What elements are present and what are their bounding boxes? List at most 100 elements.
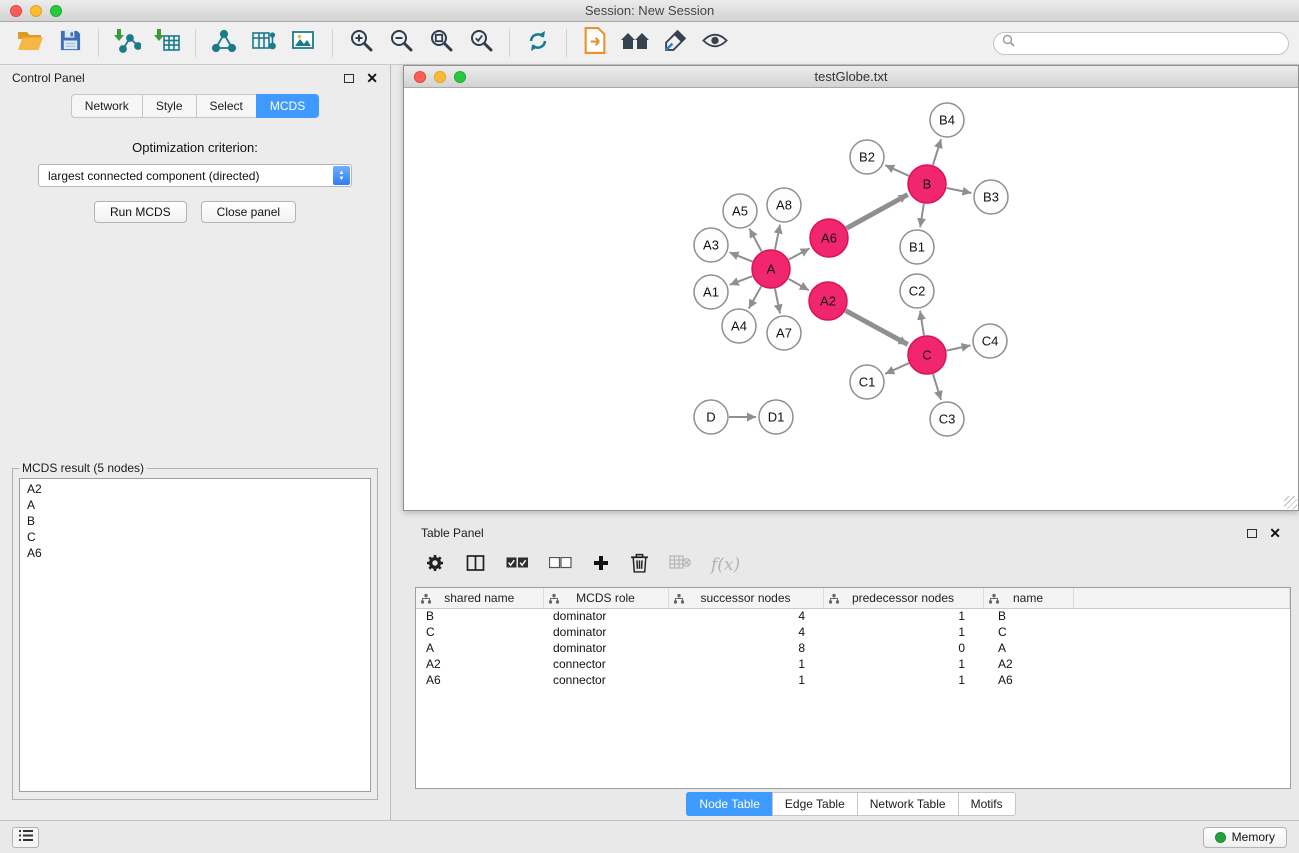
search-input[interactable] — [1020, 36, 1280, 50]
table-cell[interactable]: dominator — [543, 608, 668, 624]
table-cell[interactable]: A — [416, 640, 543, 656]
column-header-shared-name[interactable]: shared name — [416, 588, 543, 608]
memory-button[interactable]: Memory — [1203, 827, 1287, 848]
table-cell[interactable]: dominator — [543, 624, 668, 640]
table-cell[interactable]: 1 — [823, 608, 983, 624]
network-graph[interactable]: B4B2BB3A5A8A6A3B1AA1C2A2A4A7C4CC1C3DD1 — [404, 88, 1298, 510]
column-header-successor-nodes[interactable]: successor nodes — [668, 588, 823, 608]
network-close-button[interactable] — [414, 71, 426, 83]
table-cell[interactable]: dominator — [543, 640, 668, 656]
graph-edge[interactable] — [885, 363, 909, 374]
show-hide-button[interactable] — [695, 25, 735, 61]
close-table-panel-icon[interactable]: ✕ — [1269, 528, 1281, 538]
open-folder-button[interactable] — [10, 25, 50, 61]
column-header-mcds-role[interactable]: MCDS role — [543, 588, 668, 608]
network-window-titlebar[interactable]: testGlobe.txt — [404, 66, 1298, 88]
table-cell[interactable]: 1 — [823, 672, 983, 688]
zoom-selected-button[interactable] — [461, 25, 501, 61]
table-cell[interactable]: 1 — [823, 624, 983, 640]
graph-node[interactable]: C1 — [850, 365, 884, 399]
graph-node[interactable]: A1 — [694, 275, 728, 309]
delete-column-button[interactable] — [630, 552, 649, 578]
add-column-button[interactable] — [592, 554, 610, 577]
table-cell[interactable]: 1 — [823, 656, 983, 672]
table-cell[interactable]: A2 — [983, 656, 1073, 672]
graph-edge[interactable] — [730, 252, 753, 261]
network-canvas[interactable]: B4B2BB3A5A8A6A3B1AA1C2A2A4A7C4CC1C3DD1 — [404, 88, 1298, 510]
delete-table-button[interactable] — [669, 555, 691, 575]
export-image-button[interactable] — [284, 25, 324, 61]
run-mcds-button[interactable]: Run MCDS — [94, 201, 187, 223]
float-panel-icon[interactable] — [344, 74, 354, 83]
minimize-window-button[interactable] — [30, 5, 42, 17]
graph-edge[interactable] — [885, 165, 909, 176]
graph-node[interactable]: B1 — [900, 230, 934, 264]
graph-node[interactable]: C2 — [900, 274, 934, 308]
export-document-button[interactable] — [575, 25, 615, 61]
graph-node[interactable]: B4 — [930, 103, 964, 137]
close-panel-button[interactable]: Close panel — [201, 201, 296, 223]
table-row[interactable]: A2connector11A2 — [416, 656, 1290, 672]
mcds-result-list[interactable]: A2ABCA6 — [19, 478, 371, 792]
resize-grip[interactable] — [1284, 496, 1297, 509]
zoom-fit-button[interactable] — [421, 25, 461, 61]
graph-node[interactable]: A3 — [694, 228, 728, 262]
column-header-name[interactable]: name — [983, 588, 1073, 608]
tab-network-table[interactable]: Network Table — [857, 792, 958, 816]
graph-node[interactable]: A6 — [810, 219, 848, 257]
graph-edge[interactable] — [846, 311, 908, 345]
network-zoom-button[interactable] — [454, 71, 466, 83]
apply-layout-button[interactable] — [518, 25, 558, 61]
table-row[interactable]: Adominator80A — [416, 640, 1290, 656]
network-from-selection-button[interactable] — [204, 25, 244, 61]
graph-edge[interactable] — [947, 188, 972, 193]
mcds-result-item[interactable]: A2 — [27, 481, 363, 497]
mcds-result-item[interactable]: A — [27, 497, 363, 513]
graph-edge[interactable] — [749, 229, 761, 252]
node-table-container[interactable]: shared name MCDS role successor nodes pr… — [415, 587, 1291, 789]
graph-edge[interactable] — [947, 345, 971, 350]
graph-node[interactable]: C4 — [973, 324, 1007, 358]
table-cell[interactable]: A6 — [416, 672, 543, 688]
graph-edge[interactable] — [730, 276, 753, 285]
save-session-button[interactable] — [50, 25, 90, 61]
close-panel-icon[interactable]: ✕ — [366, 73, 378, 83]
table-cell[interactable]: connector — [543, 656, 668, 672]
table-row[interactable]: Bdominator41B — [416, 608, 1290, 624]
graph-node[interactable]: D1 — [759, 400, 793, 434]
tab-style[interactable]: Style — [142, 94, 196, 118]
graph-edge[interactable] — [920, 311, 924, 335]
network-minimize-button[interactable] — [434, 71, 446, 83]
graph-node[interactable]: B — [908, 165, 946, 203]
tab-select[interactable]: Select — [196, 94, 256, 118]
import-network-button[interactable] — [107, 25, 147, 61]
mcds-result-item[interactable]: C — [27, 529, 363, 545]
tab-edge-table[interactable]: Edge Table — [772, 792, 857, 816]
style-brush-button[interactable] — [655, 25, 695, 61]
graph-edge[interactable] — [920, 204, 924, 227]
graph-node[interactable]: A8 — [767, 188, 801, 222]
zoom-in-button[interactable] — [341, 25, 381, 61]
column-header-predecessor-nodes[interactable]: predecessor nodes — [823, 588, 983, 608]
float-table-panel-icon[interactable] — [1247, 529, 1257, 538]
table-cell[interactable]: C — [983, 624, 1073, 640]
tab-mcds[interactable]: MCDS — [256, 94, 319, 118]
table-cell[interactable]: 1 — [668, 672, 823, 688]
table-cell[interactable]: 0 — [823, 640, 983, 656]
table-cell[interactable]: 1 — [668, 656, 823, 672]
select-all-rows-button[interactable] — [506, 556, 529, 574]
zoom-out-button[interactable] — [381, 25, 421, 61]
table-cell[interactable]: A2 — [416, 656, 543, 672]
table-cell[interactable]: A — [983, 640, 1073, 656]
graph-node[interactable]: A2 — [809, 282, 847, 320]
graph-node[interactable]: A5 — [723, 194, 757, 228]
function-builder-button[interactable]: f(x) — [711, 555, 740, 575]
fullscreen-window-button[interactable] — [50, 5, 62, 17]
table-row[interactable]: Cdominator41C — [416, 624, 1290, 640]
graph-edge[interactable] — [847, 195, 908, 229]
graph-edge[interactable] — [933, 139, 941, 165]
table-cell[interactable]: 4 — [668, 608, 823, 624]
tab-motifs[interactable]: Motifs — [958, 792, 1016, 816]
graph-node[interactable]: B3 — [974, 180, 1008, 214]
graph-node[interactable]: A4 — [722, 309, 756, 343]
